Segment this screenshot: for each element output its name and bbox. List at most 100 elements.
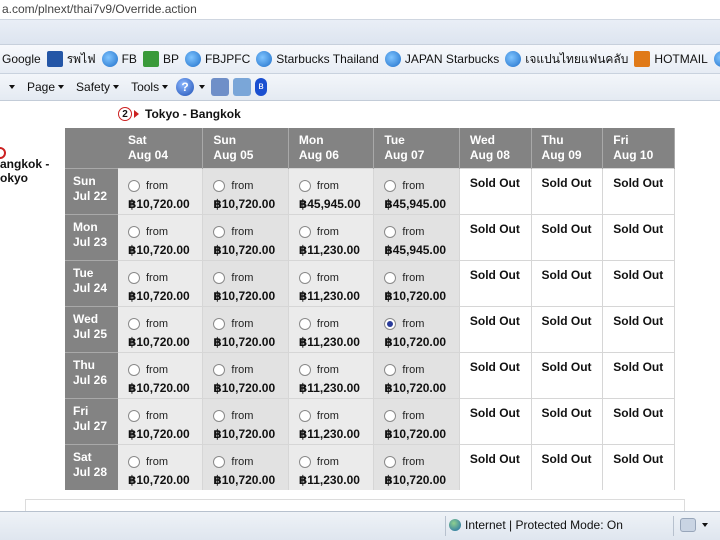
fare-radio[interactable] (384, 455, 397, 468)
fare-cell[interactable]: from ฿10,720.00 (118, 305, 204, 352)
fare-radio[interactable] (298, 363, 311, 376)
fare-option: from (384, 271, 458, 285)
fare-radio[interactable] (298, 409, 311, 422)
fare-option: from (298, 363, 373, 377)
fare-cell[interactable]: from ฿11,230.00 (288, 351, 375, 398)
fare-radio[interactable] (213, 317, 226, 330)
fare-cell[interactable]: from ฿45,945.00 (288, 167, 375, 214)
help-icon[interactable]: ? (176, 78, 195, 96)
messenger-icon[interactable] (233, 78, 252, 96)
favorites-bar: Google รพไฟ FB BP FBJPFC Starbucks Thailand JA… (0, 45, 720, 74)
security-zone[interactable]: Internet | Protected Mode: On (449, 518, 623, 532)
fare-radio[interactable] (128, 225, 140, 238)
fare-cell[interactable]: from ฿11,230.00 (288, 213, 375, 260)
favorite-item[interactable]: Starbucks Thailand (254, 48, 383, 70)
fare-radio[interactable] (213, 271, 226, 284)
row-date: Jul 28 (73, 464, 108, 479)
favorite-item[interactable]: HOTMAIL (632, 48, 711, 70)
fare-radio[interactable] (384, 179, 397, 192)
favorite-item[interactable]: SCB (712, 48, 720, 70)
fare-cell[interactable]: from ฿10,720.00 (202, 305, 289, 352)
fare-radio[interactable] (384, 317, 397, 330)
row-date-header: Sat Jul 28 (65, 443, 118, 490)
favorite-item[interactable]: Google (0, 48, 45, 70)
favorite-item[interactable]: FB (100, 48, 141, 70)
fare-price: ฿11,230.00 (298, 242, 360, 257)
fare-radio[interactable] (128, 409, 140, 422)
page-menu[interactable]: Page (21, 76, 70, 98)
fare-cell[interactable]: from ฿10,720.00 (373, 351, 460, 398)
fare-radio[interactable] (298, 455, 311, 468)
fare-radio[interactable] (128, 317, 140, 330)
bluetooth-icon[interactable]: ʙ (255, 78, 268, 96)
favorite-item[interactable]: รพไฟ (45, 48, 100, 70)
fare-radio[interactable] (298, 271, 311, 284)
favorite-label: JAPAN Starbucks (404, 52, 500, 66)
fare-cell[interactable]: from ฿11,230.00 (288, 259, 375, 306)
column-date-header: Fri Aug 10 (602, 128, 675, 168)
fare-radio[interactable] (298, 179, 311, 192)
fare-cell[interactable]: from ฿10,720.00 (373, 443, 460, 490)
favorite-item[interactable]: BP (141, 48, 183, 70)
from-label: from (146, 363, 168, 376)
fare-cell[interactable]: from ฿10,720.00 (202, 167, 289, 214)
fare-cell[interactable]: from ฿10,720.00 (118, 213, 204, 260)
fare-cell[interactable]: from ฿10,720.00 (202, 213, 289, 260)
fare-cell[interactable]: from ฿10,720.00 (373, 305, 460, 352)
favorite-item[interactable]: FBJPFC (183, 48, 254, 70)
column-day: Thu (541, 133, 564, 147)
route-title: Tokyo - Bangkok (145, 107, 241, 121)
favorite-label: HOTMAIL (654, 52, 708, 66)
from-label: from (316, 409, 339, 422)
fare-cell[interactable]: from ฿10,720.00 (202, 351, 289, 398)
fare-cell[interactable]: from ฿10,720.00 (373, 397, 460, 444)
fare-radio[interactable] (298, 317, 311, 330)
fare-cell[interactable]: from ฿10,720.00 (202, 259, 289, 306)
from-label: from (231, 179, 254, 192)
fare-calendar-table: Sat Aug 04 Sun Aug 05 Mon Aug 06 Tue Aug 07 Wed A… (65, 128, 675, 490)
fare-radio[interactable] (213, 363, 226, 376)
from-label: from (231, 271, 254, 284)
fare-radio[interactable] (298, 225, 311, 238)
fare-cell[interactable]: from ฿10,720.00 (202, 443, 289, 490)
caret-down-icon[interactable] (199, 85, 206, 89)
table-row: Sun Jul 22 from ฿10,720.00 from ฿10,720.00 fro… (65, 167, 675, 214)
fare-cell[interactable]: from ฿45,945.00 (373, 167, 460, 214)
fare-radio[interactable] (213, 225, 226, 238)
sold-out-cell: Sold Out (459, 259, 532, 306)
fare-cell[interactable]: from ฿10,720.00 (118, 167, 204, 214)
fare-cell[interactable]: from ฿10,720.00 (118, 351, 204, 398)
fare-radio[interactable] (213, 455, 226, 468)
favorite-label: Google (2, 52, 41, 66)
fare-radio[interactable] (384, 271, 397, 284)
address-bar[interactable]: a.com/plnext/thai7v9/Override.action (0, 0, 720, 20)
tools-menu[interactable]: Tools (125, 76, 174, 98)
fare-radio[interactable] (128, 179, 140, 192)
fare-cell[interactable]: from ฿45,945.00 (373, 213, 460, 260)
fare-cell[interactable]: from ฿10,720.00 (118, 259, 204, 306)
fare-radio[interactable] (384, 409, 397, 422)
command-dropdown-caret[interactable] (0, 76, 21, 98)
fare-radio[interactable] (384, 225, 397, 238)
fare-radio[interactable] (213, 409, 226, 422)
fare-radio[interactable] (128, 363, 140, 376)
fare-cell[interactable]: from ฿10,720.00 (202, 397, 289, 444)
fare-radio[interactable] (128, 455, 140, 468)
fare-cell[interactable]: from ฿11,230.00 (288, 397, 375, 444)
fare-cell[interactable]: from ฿11,230.00 (288, 305, 375, 352)
column-day: Wed (469, 133, 495, 147)
zoom-control[interactable] (680, 518, 708, 532)
fare-cell[interactable]: from ฿10,720.00 (118, 443, 204, 490)
safety-menu[interactable]: Safety (70, 76, 125, 98)
fare-cell[interactable]: from ฿10,720.00 (118, 397, 204, 444)
fare-radio[interactable] (128, 271, 140, 284)
fare-cell[interactable]: from ฿11,230.00 (288, 443, 375, 490)
favorite-item[interactable]: เจแปนไทยแฟนคลับ (503, 48, 632, 70)
fare-radio[interactable] (384, 363, 397, 376)
fare-radio[interactable] (213, 179, 226, 192)
column-date: Aug 10 (613, 148, 654, 162)
research-icon[interactable] (211, 78, 230, 96)
fare-cell[interactable]: from ฿10,720.00 (373, 259, 460, 306)
sold-out-cell: Sold Out (602, 351, 675, 398)
favorite-item[interactable]: JAPAN Starbucks (383, 48, 503, 70)
